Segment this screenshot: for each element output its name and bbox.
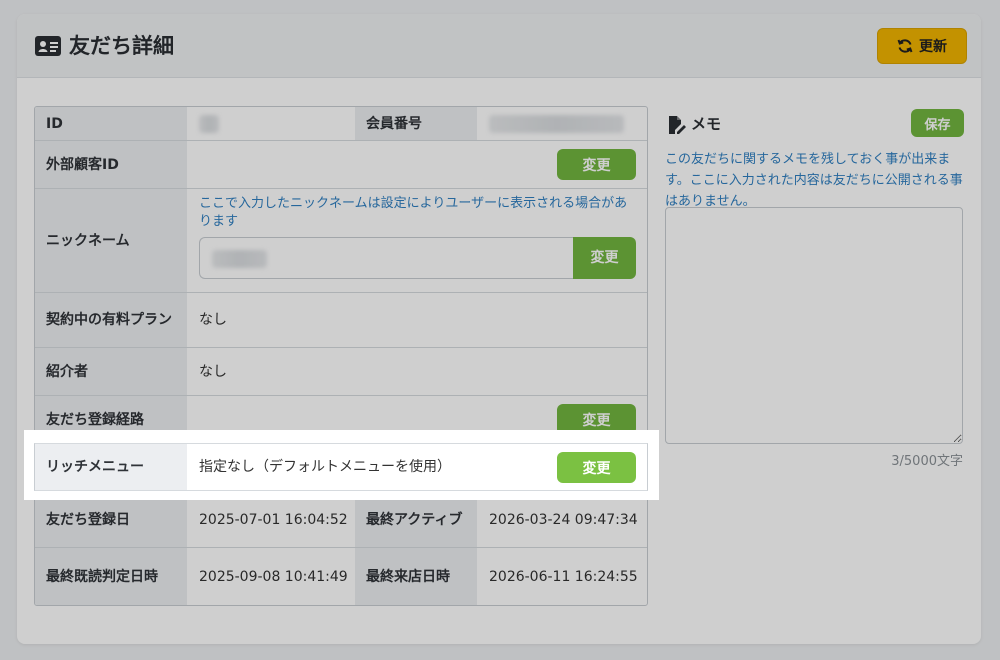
nickname-input[interactable] xyxy=(199,237,574,279)
refresh-icon xyxy=(897,39,913,53)
rich-menu-change-button[interactable]: 変更 xyxy=(557,452,636,483)
nickname-note: ここで入力したニックネームは設定によりユーザーに表示される場合があります xyxy=(199,196,628,229)
memo-edit-icon xyxy=(669,116,686,134)
memo-save-button[interactable]: 保存 xyxy=(911,109,964,137)
memo-title: メモ xyxy=(691,115,722,133)
friend-registered-label: 友だち登録日 xyxy=(35,492,187,547)
member-number-value xyxy=(477,107,647,140)
member-number-label: 会員番号 xyxy=(355,107,477,140)
nickname-label: ニックネーム xyxy=(35,189,187,292)
memo-note: この友だちに関するメモを残しておく事が出来ます。ここに入力された内容は友だちに公… xyxy=(665,152,963,209)
card-header: 友だち詳細 更新 xyxy=(17,14,981,78)
last-read-value: 2025-09-08 10:41:49 xyxy=(199,569,348,585)
external-id-change-button[interactable]: 変更 xyxy=(557,149,636,180)
row-paid-plan: 契約中の有料プラン なし xyxy=(35,293,647,348)
nickname-cell: ここで入力したニックネームは設定によりユーザーに表示される場合があります 変更 xyxy=(187,189,647,292)
id-value xyxy=(187,107,355,140)
referrer-label: 紹介者 xyxy=(35,348,187,395)
page-title: 友だち詳細 xyxy=(69,34,174,58)
detail-table: ID 会員番号 外部顧客ID 変更 ニックネーム ここで入力したニックネームは設… xyxy=(34,106,648,606)
highlight-rich-menu: リッチメニュー 指定なし（デフォルトメニューを使用） 変更 xyxy=(24,430,659,500)
friend-detail-card: 友だち詳細 更新 ID 会員番号 外部顧客ID 変更 ニックネーム ここで入力し… xyxy=(17,14,981,644)
friend-registered-value: 2025-07-01 16:04:52 xyxy=(199,511,348,528)
memo-char-count: 3/5000文字 xyxy=(891,454,963,469)
row-rich-menu: リッチメニュー 指定なし（デフォルトメニューを使用） 変更 xyxy=(34,443,648,491)
row-referrer: 紹介者 なし xyxy=(35,348,647,396)
refresh-label: 更新 xyxy=(919,39,947,55)
last-active-value: 2026-03-24 09:47:34 xyxy=(489,511,638,528)
referrer-value: なし xyxy=(199,363,227,380)
id-card-icon xyxy=(35,36,61,56)
last-active-label: 最終アクティブ xyxy=(355,492,477,547)
row-last-read: 最終既読判定日時 2025-09-08 10:41:49 最終来店日時 2026… xyxy=(35,548,647,605)
row-id: ID 会員番号 xyxy=(35,107,647,141)
memo-textarea[interactable] xyxy=(665,207,963,444)
row-nickname: ニックネーム ここで入力したニックネームは設定によりユーザーに表示される場合があ… xyxy=(35,189,647,293)
nickname-change-button[interactable]: 変更 xyxy=(573,237,636,279)
last-visit-value: 2026-06-11 16:24:55 xyxy=(489,569,638,585)
memo-header: メモ 保存 xyxy=(667,109,964,141)
row-friend-registered: 友だち登録日 2025-07-01 16:04:52 最終アクティブ 2026-… xyxy=(35,492,647,548)
last-read-label: 最終既読判定日時 xyxy=(35,548,187,605)
paid-plan-value: なし xyxy=(199,312,227,328)
id-label: ID xyxy=(35,107,187,140)
rich-menu-label: リッチメニュー xyxy=(35,444,187,490)
paid-plan-label: 契約中の有料プラン xyxy=(35,293,187,347)
external-id-label: 外部顧客ID xyxy=(35,141,187,188)
last-visit-label: 最終来店日時 xyxy=(355,548,477,605)
row-external-id: 外部顧客ID 変更 xyxy=(35,141,647,189)
refresh-button[interactable]: 更新 xyxy=(877,28,967,64)
